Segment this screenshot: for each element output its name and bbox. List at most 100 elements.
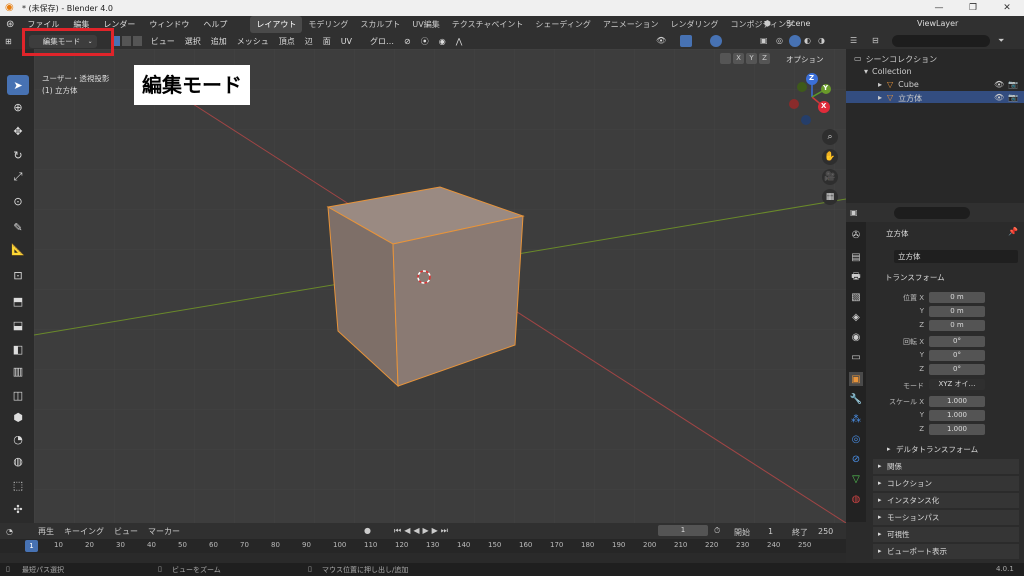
scale-x-field[interactable]: 1.000 [929,396,985,407]
gizmo-toggle-icon[interactable] [680,35,692,47]
clock-icon[interactable]: ◔ [0,527,19,536]
expand-icon[interactable]: ▾ [864,67,868,76]
tab-animation[interactable]: アニメーション [597,16,665,33]
3d-viewport[interactable]: Z X Y ユーザー・透視投影 (1) 立方体 編集モード X Y Z オプショ… [34,49,846,523]
marker-menu[interactable]: マーカー [143,526,185,537]
collections-section[interactable]: コレクション [873,476,1019,491]
menu-mesh[interactable]: メッシュ [232,36,274,47]
shading-rendered-icon[interactable]: ◑ [818,36,825,45]
constraints-icon[interactable]: ⊘ [849,452,863,466]
select-mode-edge-icon[interactable] [121,36,131,46]
edge-slide-tool-icon[interactable]: ⬚ [7,475,29,495]
output-icon[interactable]: 🖶 [849,270,863,284]
location-z-field[interactable]: 0 m [929,320,985,331]
mirror-y-button[interactable]: Y [746,53,757,64]
move-tool-icon[interactable]: ✥ [7,121,29,141]
minimize-button[interactable]: — [922,0,956,16]
editor-type-icon[interactable]: ⊞ [0,37,17,46]
select-box-tool-icon[interactable]: ➤ [7,75,29,95]
render-icon[interactable]: ▤ [849,250,863,264]
shading-wireframe-icon[interactable]: ◎ [776,36,783,45]
scale-z-field[interactable]: 1.000 [929,424,985,435]
pan-hand-icon[interactable]: ✋ [822,149,838,165]
knife-tool-icon[interactable]: ◫ [7,385,29,405]
tab-modeling[interactable]: モデリング [302,16,354,33]
options-dropdown[interactable]: オプション [786,54,824,65]
bevel-tool-icon[interactable]: ◧ [7,339,29,359]
shrink-fatten-tool-icon[interactable]: ✣ [7,499,29,519]
collection-icon[interactable]: ▭ [849,350,863,364]
object-name-field[interactable]: 立方体 [894,250,1018,263]
mirror-z-button[interactable]: Z [759,53,770,64]
playback-controls[interactable]: ⏮◀◀▶▶⏭ [394,526,451,536]
playhead[interactable]: 1 [25,540,38,552]
maximize-button[interactable]: ❐ [956,0,990,16]
overlay-toggle-icon[interactable] [710,35,722,47]
scale-y-field[interactable]: 1.000 [929,410,985,421]
camera-icon[interactable]: 📷 [1008,80,1018,89]
start-frame-field[interactable]: 1 [768,527,773,536]
perspective-toggle-icon[interactable]: ▦ [822,189,838,205]
mirror-icon[interactable] [720,53,731,64]
stopwatch-icon[interactable]: ⏱ [714,526,720,536]
menu-face[interactable]: 面 [318,36,336,47]
select-mode-face-icon[interactable] [132,36,142,46]
poly-build-tool-icon[interactable]: ⬢ [7,407,29,427]
timeline-ruler[interactable]: 10 20 30 40 50 60 70 80 90 100 110 120 130 140 150 160 1… [0,539,846,553]
shading-material-icon[interactable]: ◐ [804,36,811,45]
tab-rendering[interactable]: レンダリング [665,16,725,33]
menu-help[interactable]: ヘルプ [196,19,234,30]
loop-cut-tool-icon[interactable]: ▥ [7,361,29,381]
inset-tool-icon[interactable]: ⬓ [7,315,29,335]
blender-menu-icon[interactable]: ⊛ [0,19,20,30]
particles-icon[interactable]: ⁂ [849,412,863,426]
collection-row[interactable]: ▾ Collection [864,67,912,76]
location-y-field[interactable]: 0 m [929,306,985,317]
add-cube-tool-icon[interactable]: ⊡ [7,265,29,285]
tab-layout[interactable]: レイアウト [250,16,303,33]
spin-tool-icon[interactable]: ◔ [7,429,29,449]
playback-menu[interactable]: 再生 [33,526,59,537]
shading-solid-icon[interactable] [789,35,801,47]
visibility-section[interactable]: 可視性 [873,527,1019,542]
material-icon[interactable]: ◍ [849,492,863,506]
transform-orientation-dropdown[interactable]: グロ… [365,36,399,47]
motion-paths-section[interactable]: モーションパス [873,510,1019,525]
view-layer-selector[interactable]: ViewLayer [917,19,997,28]
menu-view[interactable]: ビュー [146,36,180,47]
view-menu[interactable]: ビュー [109,526,143,537]
physics-icon[interactable]: ◎ [849,432,863,446]
expand-icon[interactable]: ▸ [878,80,882,89]
keying-menu[interactable]: キーイング [59,526,109,537]
menu-add[interactable]: 追加 [206,36,232,47]
delta-transform-section[interactable]: デルタトランスフォーム [882,442,1019,457]
filter-icon[interactable]: ⏷ [998,36,1004,46]
rotation-x-field[interactable]: 0° [929,336,985,347]
snap-icon[interactable]: ⦿ [416,36,434,47]
tool-settings-icon[interactable]: ✇ [849,228,863,242]
rotate-tool-icon[interactable]: ↻ [7,145,29,165]
xray-icon[interactable]: ▣ [760,36,768,45]
camera-icon[interactable]: 📷 [1008,93,1018,102]
current-frame-field[interactable]: 1 [658,525,708,536]
expand-icon[interactable]: ▸ [878,93,882,104]
record-icon[interactable]: ● [364,526,371,535]
scene-collection-row[interactable]: ▭ シーンコレクション [854,54,937,65]
eye-icon[interactable]: 👁 [994,80,1004,89]
outliner-editor-icon[interactable]: ☰ [850,36,857,45]
rotation-z-field[interactable]: 0° [929,364,985,375]
scene-icon[interactable]: ◈ [849,310,863,324]
location-x-field[interactable]: 0 m [929,292,985,303]
instancing-section[interactable]: インスタンス化 [873,493,1019,508]
close-button[interactable]: ✕ [990,0,1024,16]
pivot-icon[interactable]: ⊘ [399,37,416,46]
properties-editor-icon[interactable]: ▣ [850,208,858,217]
relations-section[interactable]: 関係 [873,459,1019,474]
transform-tool-icon[interactable]: ⊙ [7,191,29,211]
menu-vertex[interactable]: 頂点 [274,36,300,47]
cursor-tool-icon[interactable]: ⊕ [7,97,29,117]
tab-uv-editing[interactable]: UV編集 [406,16,445,33]
extrude-tool-icon[interactable]: ⬒ [7,291,29,311]
modifier-icon[interactable]: 🔧 [849,392,863,406]
menu-uv[interactable]: UV [336,37,357,46]
